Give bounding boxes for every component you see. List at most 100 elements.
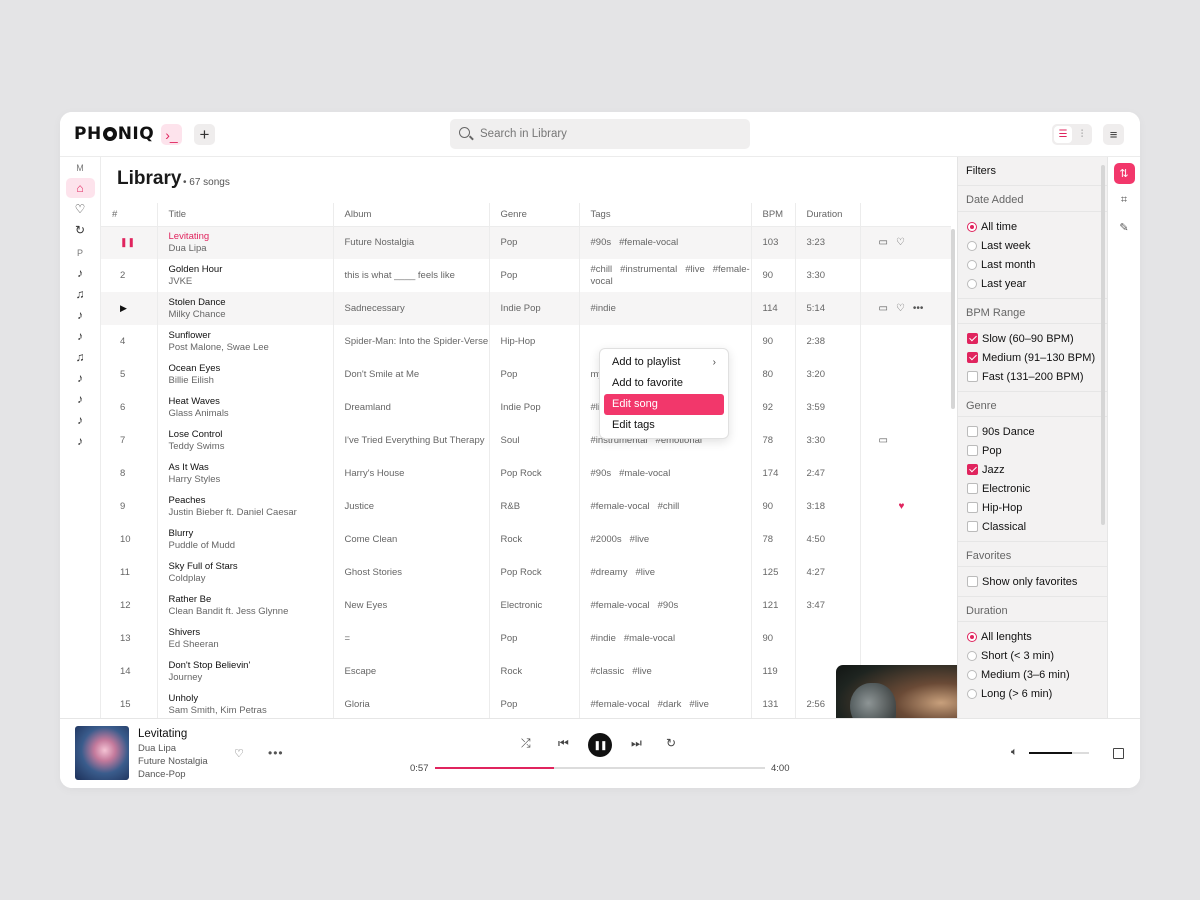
favorites-button[interactable]: ♡ (66, 199, 95, 219)
filter-option[interactable]: All lenghts (958, 627, 1107, 646)
checkbox[interactable] (967, 576, 978, 587)
more-options-icon[interactable]: ••• (913, 303, 924, 314)
tag-chip[interactable]: #classic (591, 666, 625, 677)
like-icon[interactable]: ♡ (234, 747, 244, 760)
column-header-album[interactable]: Album (333, 203, 490, 227)
filter-tool-button[interactable]: ⇅ (1113, 163, 1135, 184)
column-header-tags[interactable]: Tags (579, 203, 752, 227)
heart-icon[interactable]: ♡ (896, 303, 905, 314)
tag-chip[interactable]: #indie (591, 303, 616, 314)
video-pip-window[interactable] (836, 665, 957, 718)
context-menu-item-edit-song[interactable]: Edit song (604, 394, 724, 415)
filter-option[interactable]: Jazz (958, 460, 1107, 479)
filter-option[interactable]: 90s Dance (958, 422, 1107, 441)
song-title[interactable]: Lose Control (169, 429, 333, 441)
playlist-button[interactable]: ♪ (66, 326, 95, 346)
tag-chip[interactable]: #live (630, 534, 650, 545)
table-row[interactable]: 14 Don't Stop Believin' Journey Escape Rock #… (101, 655, 951, 688)
tag-chip[interactable]: #chill (658, 501, 680, 512)
view-toggle[interactable]: ☰ ⫶ (1052, 124, 1092, 145)
search-input[interactable] (480, 119, 740, 149)
volume-slider[interactable] (1029, 752, 1089, 754)
checkbox[interactable] (967, 483, 978, 494)
volume-icon[interactable]: 🔈︎ (1011, 746, 1018, 759)
playlist-button[interactable]: ♫ (66, 347, 95, 367)
filter-option[interactable]: Last week (958, 236, 1107, 255)
song-title[interactable]: Sunflower (169, 330, 333, 342)
menu-button[interactable]: ≡ (1103, 124, 1124, 145)
list-view-icon[interactable]: ☰ (1054, 126, 1072, 143)
previous-icon[interactable]: ⏮ (558, 736, 569, 751)
table-row[interactable]: 11 Sky Full of Stars Coldplay Ghost Stories… (101, 556, 951, 589)
checkbox[interactable] (967, 502, 978, 513)
filter-option[interactable]: Long (> 6 min) (958, 684, 1107, 703)
tag-chip[interactable]: #female-vocal (591, 600, 650, 611)
table-row[interactable]: 15 Unholy Sam Smith, Kim Petras Gloria Pop #f… (101, 688, 951, 718)
song-title[interactable]: Don't Stop Believin' (169, 660, 333, 672)
radio-button[interactable] (967, 669, 977, 680)
table-row[interactable]: ❚❚ Levitating Dua Lipa Future Nostalgia Pop #… (101, 226, 951, 259)
checkbox[interactable] (967, 521, 978, 532)
add-button[interactable]: + (194, 124, 215, 145)
table-row[interactable]: 7 Lose Control Teddy Swims I've Tried Every… (101, 424, 951, 457)
tag-chip[interactable]: #chill (591, 264, 613, 275)
filter-option[interactable]: Hip-Hop (958, 498, 1107, 517)
song-title[interactable]: Blurry (169, 528, 333, 540)
heart-filled-icon[interactable]: ♥ (899, 501, 905, 512)
heart-icon[interactable]: ♡ (896, 237, 905, 248)
tag-chip[interactable]: #instrumental (620, 264, 677, 275)
table-row[interactable]: 2 Golden Hour JVKE this is what ____ feels … (101, 259, 951, 292)
filter-option[interactable]: All time (958, 217, 1107, 236)
playlist-button[interactable]: ♪ (66, 410, 95, 430)
progress-bar[interactable] (435, 767, 765, 769)
song-title[interactable]: Shivers (169, 627, 333, 639)
checkbox[interactable] (967, 464, 978, 475)
filter-option[interactable]: Electronic (958, 479, 1107, 498)
tag-chip[interactable]: #female-vocal (591, 699, 650, 710)
filter-option[interactable]: Fast (131–200 BPM) (958, 367, 1107, 386)
song-title[interactable]: Peaches (169, 495, 333, 507)
song-title[interactable]: Stolen Dance (169, 297, 333, 309)
terminal-button[interactable]: ›_ (161, 124, 182, 145)
filter-option[interactable]: Show only favorites (958, 572, 1107, 591)
table-row[interactable]: ▶ Stolen Dance Milky Chance Sadnecessary Ind… (101, 292, 951, 325)
column-header-genre[interactable]: Genre (489, 203, 580, 227)
checkbox[interactable] (967, 445, 978, 456)
column-header-bpm[interactable]: BPM (751, 203, 796, 227)
column-header-title[interactable]: Title (157, 203, 334, 227)
playlist-button[interactable]: ♪ (66, 431, 95, 451)
table-row[interactable]: 4 Sunflower Post Malone, Swae Lee Spider-Ma… (101, 325, 951, 358)
tag-chip[interactable]: #live (685, 264, 705, 275)
pause-button[interactable]: ❚❚ (588, 733, 612, 757)
context-menu-item-edit-tags[interactable]: Edit tags (604, 415, 724, 436)
waveform-view-icon[interactable]: ⫶ (1073, 126, 1091, 143)
video-icon[interactable]: ▭ (879, 237, 888, 248)
tag-chip[interactable]: #90s (591, 237, 612, 248)
playlist-button[interactable]: ♫ (66, 284, 95, 304)
song-title[interactable]: Unholy (169, 693, 333, 705)
table-scrollbar[interactable] (951, 229, 955, 409)
checkbox[interactable] (967, 426, 978, 437)
tag-chip[interactable]: #dark (658, 699, 682, 710)
edit-tool-button[interactable]: ✎ (1114, 217, 1135, 238)
tag-chip[interactable]: #male-vocal (624, 633, 675, 644)
repeat-icon[interactable]: ↻ (666, 736, 676, 750)
table-row[interactable]: 5 Ocean Eyes Billie Eilish Don't Smile at M… (101, 358, 951, 391)
radio-button[interactable] (967, 688, 977, 699)
radio-button[interactable] (967, 650, 977, 661)
context-menu-item-add-to-playlist[interactable]: Add to playlist › (604, 352, 724, 373)
table-row[interactable]: 9 Peaches Justin Bieber ft. Daniel Caesar J… (101, 490, 951, 523)
filter-option[interactable]: Slow (60–90 BPM) (958, 329, 1107, 348)
row-pause-icon[interactable]: ❚❚ (101, 226, 158, 259)
tag-chip[interactable]: #90s (658, 600, 679, 611)
tag-chip[interactable]: #indie (591, 633, 616, 644)
tag-chip[interactable]: #female-vocal (619, 237, 678, 248)
checkbox[interactable] (967, 371, 978, 382)
table-row[interactable]: 6 Heat Waves Glass Animals Dreamland Indie P… (101, 391, 951, 424)
filter-option[interactable]: Pop (958, 441, 1107, 460)
filters-scrollbar[interactable] (1101, 165, 1105, 525)
filter-option[interactable]: Medium (91–130 BPM) (958, 348, 1107, 367)
table-row[interactable]: 8 As It Was Harry Styles Harry's House Pop R… (101, 457, 951, 490)
shuffle-icon[interactable]: ⤮ (521, 736, 531, 751)
playlist-button[interactable]: ♪ (66, 389, 95, 409)
